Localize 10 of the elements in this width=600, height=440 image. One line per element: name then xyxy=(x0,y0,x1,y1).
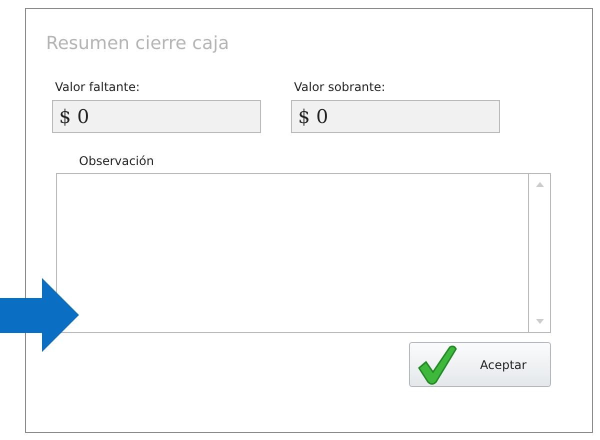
value-field[interactable]: $ 0 xyxy=(291,100,500,133)
field-label: Valor faltante: xyxy=(54,80,141,96)
scroll-down-icon[interactable] xyxy=(536,319,544,324)
arrow-icon xyxy=(0,278,80,354)
accept-button[interactable]: Aceptar xyxy=(409,342,551,387)
dialog-title: Resumen cierre caja xyxy=(46,33,230,54)
scroll-up-icon[interactable] xyxy=(536,182,544,187)
field-label: Observación xyxy=(79,154,155,168)
value-field[interactable]: $ 0 xyxy=(52,100,261,133)
field-label: Valor sobrante: xyxy=(293,80,386,96)
